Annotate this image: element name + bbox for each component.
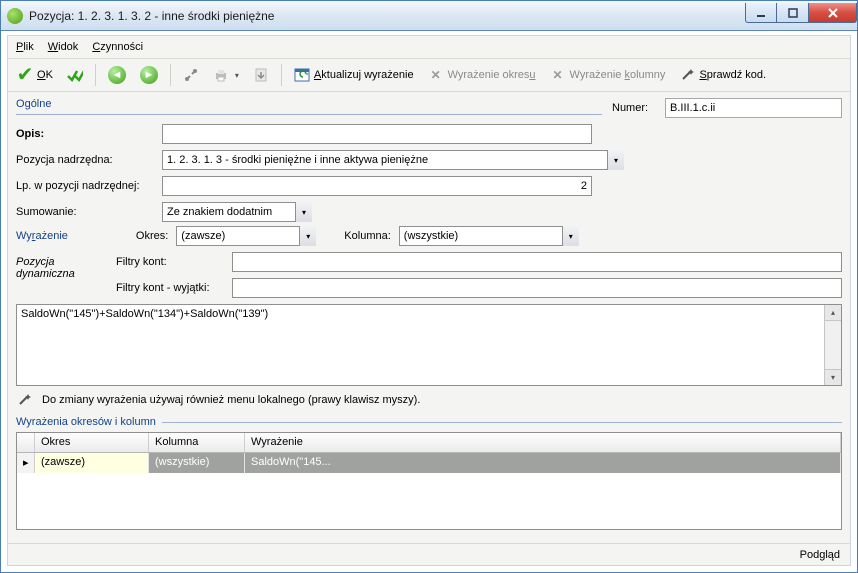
kolumna-combo[interactable]	[399, 226, 579, 246]
opis-label: Opis:	[16, 128, 156, 140]
client-area: Plik Widok Czynności ✔ OK ◄	[7, 35, 851, 566]
period-expression-button[interactable]: ✕ Wyrażenie okresu	[423, 62, 541, 88]
tools-icon	[183, 67, 199, 83]
window-title: Pozycja: 1. 2. 3. 1. 3. 2 - inne środki …	[29, 9, 745, 23]
dropdown-arrow-icon[interactable]: ▾	[295, 202, 312, 222]
parent-combo[interactable]	[162, 150, 624, 170]
dropdown-arrow-icon[interactable]: ▾	[299, 226, 316, 246]
toolbar: ✔ OK ◄ ►	[8, 58, 850, 92]
scroll-up-icon[interactable]: ▴	[825, 305, 841, 321]
lp-label: Lp. w pozycji nadrzędnej:	[16, 180, 156, 192]
menu-actions[interactable]: Czynności	[92, 41, 143, 53]
wand-icon	[679, 67, 695, 83]
filtry-kont-wyj-label: Filtry kont - wyjątki:	[116, 282, 226, 294]
nav-back-button[interactable]: ◄	[103, 62, 131, 88]
titlebar[interactable]: Pozycja: 1. 2. 3. 1. 3. 2 - inne środki …	[1, 1, 857, 31]
sum-combo[interactable]	[162, 202, 312, 222]
dropdown-arrow-icon: ▾	[235, 71, 239, 80]
toolbar-separator	[95, 64, 96, 86]
menubar: Plik Widok Czynności	[8, 36, 850, 58]
check-code-button[interactable]: Sprawdź kod.	[674, 62, 771, 88]
scrollbar[interactable]: ▴ ▾	[824, 305, 841, 385]
check-icon: ✔	[17, 67, 33, 83]
cell-kolumna[interactable]: (wszystkie)	[149, 453, 245, 473]
toolbar-separator	[170, 64, 171, 86]
numer-label: Numer:	[612, 102, 657, 114]
cell-wyr[interactable]: SaldoWn("145...	[245, 453, 841, 473]
update-expression-button[interactable]: Aktualizuj wyrażenie	[289, 62, 419, 88]
col-kolumna[interactable]: Kolumna	[149, 433, 245, 452]
arrow-right-icon: ►	[140, 66, 158, 84]
grid-corner	[17, 433, 35, 452]
window: Pozycja: 1. 2. 3. 1. 3. 2 - inne środki …	[0, 0, 858, 573]
hint-text: Do zmiany wyrażenia używaj również menu …	[42, 394, 420, 406]
apply-button[interactable]	[62, 62, 88, 88]
export-icon	[253, 67, 269, 83]
maximize-icon	[788, 8, 798, 18]
table-row[interactable]: ▸ (zawsze) (wszystkie) SaldoWn("145...	[17, 453, 841, 473]
grid-header: Okres Kolumna Wyrażenie	[17, 433, 841, 453]
periods-legend: Wyrażenia okresów i kolumn	[16, 416, 156, 428]
general-legend: Ogólne	[16, 98, 51, 110]
ok-button[interactable]: ✔ OK	[12, 62, 58, 88]
menu-file[interactable]: Plik	[16, 41, 34, 53]
kolumna-label: Kolumna:	[344, 230, 390, 242]
export-button[interactable]	[248, 62, 274, 88]
statusbar: Podgląd	[8, 543, 850, 565]
cell-okres[interactable]: (zawsze)	[35, 453, 149, 473]
filtry-kont-label: Filtry kont:	[116, 256, 226, 268]
check-double-icon	[67, 67, 83, 83]
dropdown-arrow-icon[interactable]: ▾	[562, 226, 579, 246]
tools-button[interactable]	[178, 62, 204, 88]
lp-input[interactable]	[162, 176, 592, 196]
okres-label: Okres:	[136, 230, 168, 242]
minimize-icon	[756, 8, 766, 18]
okres-combo[interactable]	[176, 226, 316, 246]
close-button[interactable]	[809, 3, 857, 23]
expressions-grid: Okres Kolumna Wyrażenie ▸ (zawsze) (wszy…	[16, 432, 842, 530]
numer-input[interactable]	[665, 98, 842, 118]
maximize-button[interactable]	[777, 3, 809, 23]
filtry-kont-wyj-input[interactable]	[232, 278, 842, 298]
col-wyrazenie[interactable]: Wyrażenie	[245, 433, 841, 452]
form-area: Ogólne Numer: Opis: Pozycja nadrzędna:	[8, 92, 850, 543]
app-icon	[7, 8, 23, 24]
col-okres[interactable]: Okres	[35, 433, 149, 452]
x-icon: ✕	[428, 67, 444, 83]
filtry-kont-input[interactable]	[232, 252, 842, 272]
arrow-left-icon: ◄	[108, 66, 126, 84]
print-button[interactable]: ▾	[208, 62, 244, 88]
expression-editor: SaldoWn("145")+SaldoWn("134")+SaldoWn("1…	[16, 304, 842, 386]
dynamic-position-label: Pozycja dynamiczna	[16, 252, 106, 298]
expression-legend: Wyrażenie	[16, 230, 68, 242]
dropdown-arrow-icon[interactable]: ▾	[607, 150, 624, 170]
preview-link[interactable]: Podgląd	[800, 549, 840, 561]
close-icon	[827, 8, 839, 18]
opis-input[interactable]	[162, 124, 592, 144]
toolbar-separator	[281, 64, 282, 86]
window-buttons	[745, 1, 857, 25]
scroll-down-icon[interactable]: ▾	[825, 369, 841, 385]
wand-icon	[16, 392, 32, 408]
column-expression-button[interactable]: ✕ Wyrażenie kolumny	[545, 62, 671, 88]
expression-textarea[interactable]: SaldoWn("145")+SaldoWn("134")+SaldoWn("1…	[17, 305, 824, 385]
parent-label: Pozycja nadrzędna:	[16, 154, 156, 166]
refresh-table-icon	[294, 67, 310, 83]
menu-view[interactable]: Widok	[48, 41, 79, 53]
minimize-button[interactable]	[745, 3, 777, 23]
row-indicator-icon: ▸	[17, 453, 35, 473]
printer-icon	[213, 67, 229, 83]
x-icon: ✕	[550, 67, 566, 83]
nav-forward-button[interactable]: ►	[135, 62, 163, 88]
sum-label: Sumowanie:	[16, 206, 156, 218]
